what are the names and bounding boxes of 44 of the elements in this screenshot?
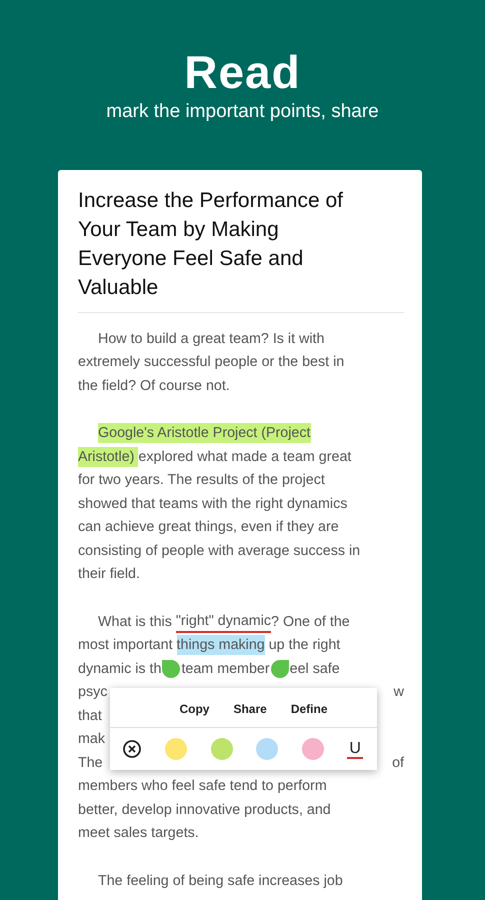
text-line: meet sales targets. (78, 824, 199, 844)
text-line: better, develop innovative products, and (78, 800, 331, 820)
text-line: w (394, 683, 404, 702)
text-line: most important (78, 636, 174, 656)
text-line: that (78, 706, 102, 726)
text-line: mak (78, 730, 106, 750)
text-line: explored what made a team great (138, 448, 352, 467)
underlined-text: "right" dynamic (176, 610, 272, 633)
text-line: members who feel safe tend to perform (78, 777, 327, 796)
menu-action[interactable]: Copy (171, 700, 218, 718)
article-title: Increase the Performance of Your Team by Making Everyone Feel Safe and Valuable (78, 188, 344, 301)
text-line: ? One of the (271, 612, 350, 632)
color-swatch[interactable] (210, 738, 233, 760)
text-line: extremely successful people or the best in (78, 353, 344, 372)
text-line: their field. (78, 565, 140, 584)
menu-action[interactable]: Share (225, 700, 275, 718)
text-line: How to build a great team? Is it with (98, 330, 324, 349)
clear-icon[interactable] (122, 739, 142, 759)
highlighted-text: things making (176, 635, 265, 656)
text-line: of (392, 754, 404, 773)
menu-action[interactable]: Define (282, 700, 336, 718)
text-line: psyc (78, 683, 108, 702)
text-line: dynamic is th (78, 660, 162, 679)
selection-handle[interactable] (162, 660, 180, 678)
text-line: consisting of people with average success in (78, 542, 360, 561)
text-line: The feeling of being safe increases job (98, 872, 343, 891)
color-swatch[interactable] (302, 738, 324, 760)
highlighted-text: Google's Aristotle Project (Project (98, 423, 311, 444)
underline-button[interactable]: U (347, 740, 363, 758)
text-line: up the right (268, 636, 340, 656)
text-line: What is this (98, 612, 173, 632)
text-line: for two years. The results of the project (78, 471, 325, 490)
text-line: eel safe (290, 660, 340, 679)
color-swatch[interactable] (165, 738, 188, 760)
highlighted-text: Aristotle) (78, 446, 138, 467)
text-line: The (78, 754, 103, 773)
selection-handle[interactable] (270, 660, 289, 678)
text-line: showed that teams with the right dynamics (78, 494, 348, 514)
color-swatch[interactable] (256, 738, 278, 760)
text-line: can achieve great things, even if they are (78, 518, 339, 538)
app-subtitle: mark the important points, share (106, 100, 379, 124)
text-line: team member (181, 660, 270, 679)
app-title: Read (184, 45, 301, 100)
text-line: the field? Of course not. (78, 376, 230, 396)
